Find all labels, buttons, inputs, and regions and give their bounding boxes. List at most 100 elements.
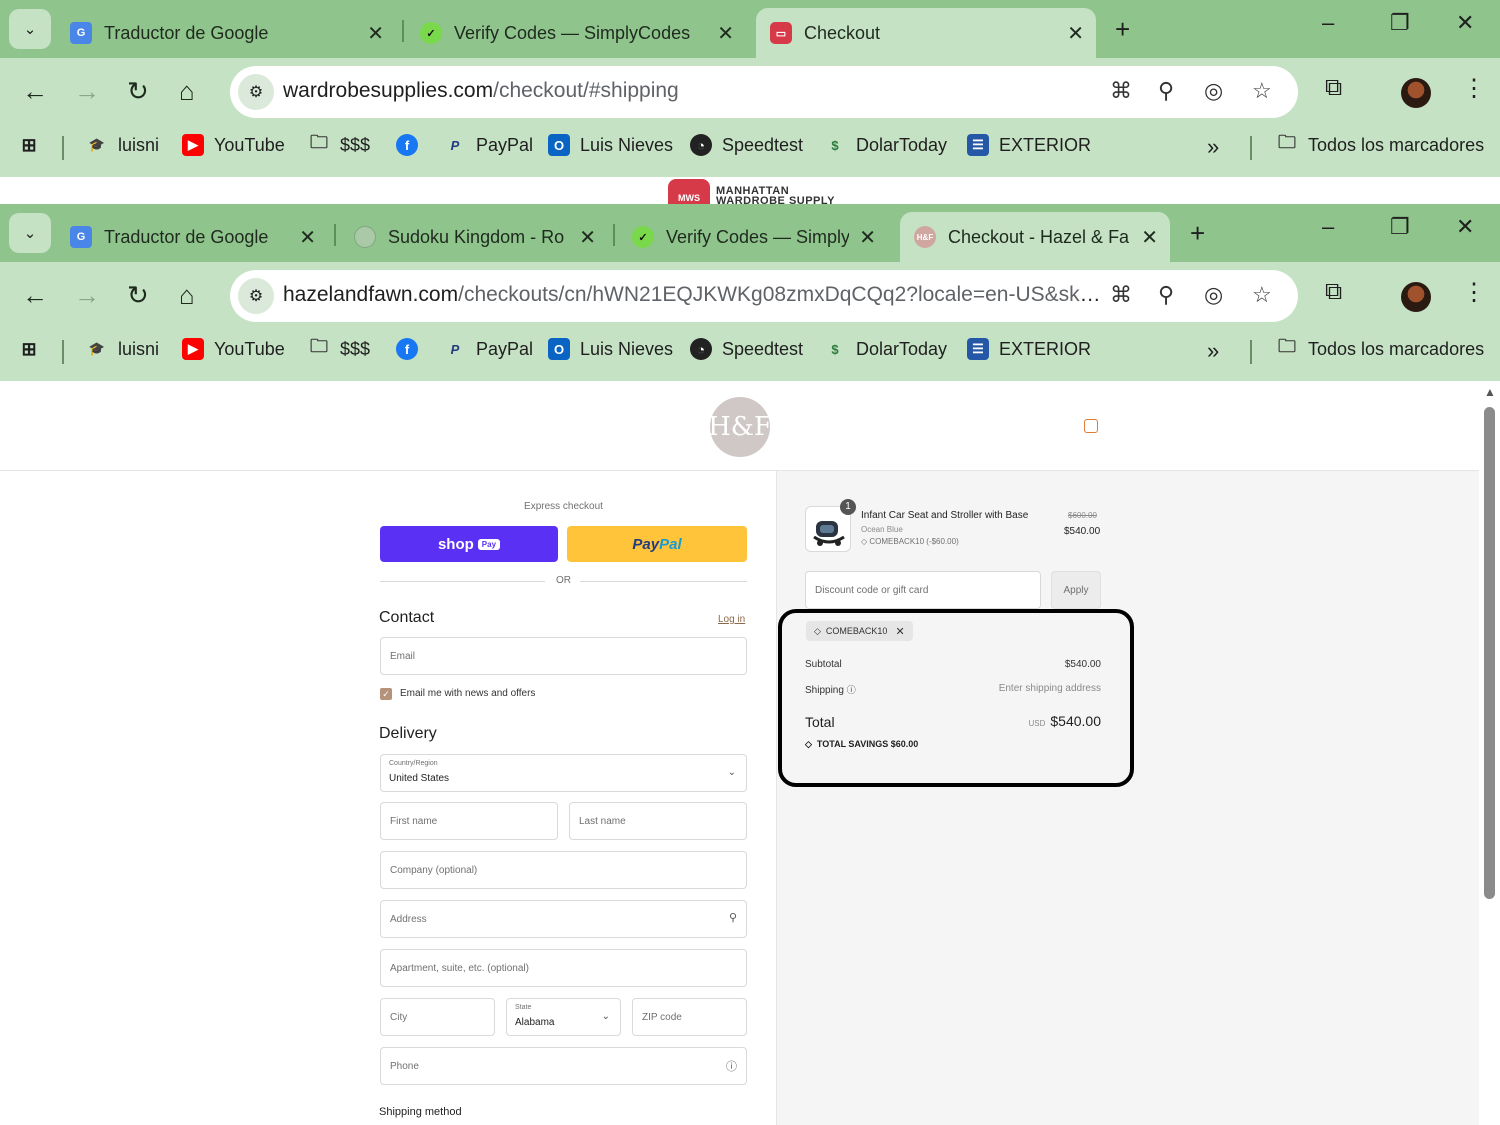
restore-icon[interactable]: ❐ [1390, 10, 1410, 36]
home-icon[interactable]: ⌂ [179, 76, 195, 107]
tab-google-translate[interactable]: G Traductor de Google ✕ [56, 212, 328, 262]
login-link[interactable]: Log in [718, 614, 745, 625]
eye-off-icon[interactable]: ◎ [1204, 78, 1223, 104]
address-bar[interactable]: ⚙ wardrobesupplies.com/checkout/#shippin… [230, 66, 1298, 118]
shop-pay-button[interactable]: shop Pay [380, 526, 558, 562]
bookmark-luis-nieves[interactable]: O Luis Nieves [548, 338, 673, 360]
reload-icon[interactable]: ↻ [127, 280, 149, 311]
bookmark-facebook[interactable]: f [396, 134, 428, 156]
scrollbar-thumb[interactable] [1484, 407, 1495, 899]
bookmark-facebook[interactable]: f [396, 338, 428, 360]
bookmark-dolartoday[interactable]: $ DolarToday [824, 338, 947, 360]
bookmark-luisni[interactable]: 🎓 luisni [86, 338, 159, 360]
paypal-button[interactable]: Pay Pal [567, 526, 747, 562]
company-field[interactable]: Company (optional) [380, 851, 747, 889]
bookmark-youtube[interactable]: ▶ YouTube [182, 134, 285, 156]
site-info-icon[interactable]: ⚙ [238, 278, 274, 314]
tab-sudoku[interactable]: Sudoku Kingdom - Ro ✕ [340, 212, 608, 262]
all-bookmarks[interactable]: 🗀 Todos los marcadores [1276, 336, 1484, 360]
store-logo[interactable]: H&F [708, 397, 772, 457]
minimize-icon[interactable]: – [1322, 10, 1334, 36]
bookmark-speedtest[interactable]: ◔ Speedtest [690, 338, 803, 360]
close-icon[interactable]: ✕ [579, 225, 596, 250]
tab-simplycodes[interactable]: ✓ Verify Codes — SimplyCodes ✕ [406, 8, 746, 58]
close-window-icon[interactable]: ✕ [1456, 10, 1474, 36]
restore-icon[interactable]: ❐ [1390, 214, 1410, 240]
bookmark-exterior[interactable]: ☰ EXTERIOR [967, 134, 1091, 156]
tab-simplycodes[interactable]: ✓ Verify Codes — Simply ✕ [618, 212, 888, 262]
avatar[interactable] [1401, 78, 1431, 108]
tab-search-button[interactable]: ⌄ [9, 9, 51, 49]
remove-discount-icon[interactable]: ✕ [895, 625, 904, 638]
minimize-icon[interactable]: – [1322, 214, 1334, 240]
bookmark-speedtest[interactable]: ◔ Speedtest [690, 134, 803, 156]
close-icon[interactable]: ✕ [717, 21, 734, 46]
bookmark-star-icon[interactable]: ☆ [1252, 282, 1272, 308]
eye-off-icon[interactable]: ◎ [1204, 282, 1223, 308]
first-name-field[interactable]: First name [380, 802, 558, 840]
zoom-icon[interactable]: ⚲ [1158, 78, 1174, 104]
state-select[interactable]: State Alabama ⌄ [506, 998, 621, 1036]
address-field[interactable]: Address ⚲ [380, 900, 747, 938]
reload-icon[interactable]: ↻ [127, 76, 149, 107]
bookmark-paypal[interactable]: P PayPal [444, 134, 533, 156]
country-select[interactable]: Country/Region United States ⌄ [380, 754, 747, 792]
apply-button[interactable]: Apply [1051, 571, 1101, 609]
bookmark-folder-money[interactable]: 🗀 $$$ [308, 132, 370, 156]
cart-bag-icon[interactable] [1084, 419, 1098, 433]
back-icon[interactable]: ← [22, 280, 48, 311]
bookmark-paypal[interactable]: P PayPal [444, 338, 533, 360]
close-icon[interactable]: ✕ [299, 225, 316, 250]
product-name: Infant Car Seat and Stroller with Base [861, 510, 1029, 521]
email-field[interactable]: Email [380, 637, 747, 675]
bookmark-exterior[interactable]: ☰ EXTERIOR [967, 338, 1091, 360]
close-icon[interactable]: ✕ [859, 225, 876, 250]
all-bookmarks[interactable]: 🗀 Todos los marcadores [1276, 132, 1484, 156]
newsletter-checkbox[interactable]: ✓ [380, 688, 392, 700]
forward-icon[interactable]: → [74, 76, 100, 107]
bookmark-dolartoday[interactable]: $ DolarToday [824, 134, 947, 156]
home-icon[interactable]: ⌂ [179, 280, 195, 311]
new-tab-icon[interactable]: + [1190, 218, 1205, 249]
scrollbar[interactable]: ▲ [1481, 381, 1500, 1125]
back-icon[interactable]: ← [22, 76, 48, 107]
last-name-field[interactable]: Last name [569, 802, 747, 840]
more-bookmarks-icon[interactable]: » [1207, 134, 1219, 160]
close-icon[interactable]: ✕ [367, 21, 384, 46]
bookmark-luisni[interactable]: 🎓 luisni [86, 134, 159, 156]
tab-search-button[interactable]: ⌄ [9, 213, 51, 253]
help-icon[interactable]: ⓘ [726, 1058, 737, 1074]
forward-icon[interactable]: → [74, 280, 100, 311]
zoom-icon[interactable]: ⚲ [1158, 282, 1174, 308]
translate-icon[interactable]: ⌘ [1110, 78, 1132, 104]
close-window-icon[interactable]: ✕ [1456, 214, 1474, 240]
bookmark-youtube[interactable]: ▶ YouTube [182, 338, 285, 360]
address-bar[interactable]: ⚙ hazelandfawn.com/checkouts/cn/hWN21EQJ… [230, 270, 1298, 322]
site-info-icon[interactable]: ⚙ [238, 74, 274, 110]
scroll-up-arrow-icon[interactable]: ▲ [1484, 385, 1496, 399]
phone-field[interactable]: Phone ⓘ [380, 1047, 747, 1085]
translate-icon[interactable]: ⌘ [1110, 282, 1132, 308]
discount-code-input[interactable]: Discount code or gift card [805, 571, 1041, 609]
more-bookmarks-icon[interactable]: » [1207, 338, 1219, 364]
close-icon[interactable]: ✕ [1141, 225, 1158, 250]
apps-icon[interactable]: ⊞ [18, 134, 50, 156]
menu-icon[interactable]: ⋮ [1462, 278, 1486, 307]
zip-field[interactable]: ZIP code [632, 998, 747, 1036]
tab-checkout-hazel[interactable]: H&F Checkout - Hazel & Fa ✕ [900, 212, 1170, 262]
bookmark-folder-money[interactable]: 🗀 $$$ [308, 336, 370, 360]
new-tab-icon[interactable]: + [1115, 14, 1130, 45]
extensions-icon[interactable]: ⧉ [1325, 74, 1342, 102]
tab-google-translate[interactable]: G Traductor de Google ✕ [56, 8, 396, 58]
bookmark-luis-nieves[interactable]: O Luis Nieves [548, 134, 673, 156]
help-icon[interactable]: ⓘ [847, 685, 856, 695]
city-field[interactable]: City [380, 998, 495, 1036]
extensions-icon[interactable]: ⧉ [1325, 278, 1342, 306]
tab-checkout[interactable]: ▭ Checkout ✕ [756, 8, 1096, 58]
menu-icon[interactable]: ⋮ [1462, 74, 1486, 103]
apartment-field[interactable]: Apartment, suite, etc. (optional) [380, 949, 747, 987]
apps-icon[interactable]: ⊞ [18, 338, 50, 360]
bookmark-star-icon[interactable]: ☆ [1252, 78, 1272, 104]
close-icon[interactable]: ✕ [1067, 21, 1084, 46]
avatar[interactable] [1401, 282, 1431, 312]
